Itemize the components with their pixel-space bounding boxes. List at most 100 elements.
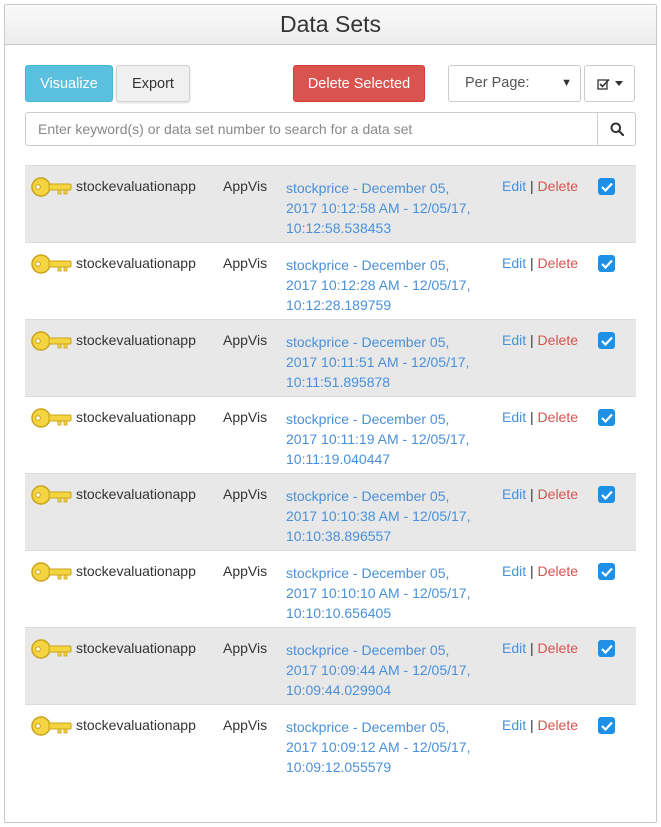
delete-link[interactable]: Delete [538,255,578,271]
app-name: stockevaluationapp [76,563,196,579]
separator: | [530,640,534,656]
row-actions: Edit | Delete [502,178,578,194]
data-sets-panel: Data Sets Visualize Export Delete Select… [4,4,657,823]
delete-link[interactable]: Delete [538,409,578,425]
checkmark-icon [600,721,613,731]
table-row: stockevaluationapp AppVis stockprice - D… [25,242,636,319]
dropdown-caret-icon: ▼ [561,77,572,89]
key-icon [31,408,72,428]
key-icon [31,331,72,351]
delete-link[interactable]: Delete [538,640,578,656]
app-name: stockevaluationapp [76,332,196,348]
row-checkbox[interactable] [598,563,615,580]
dataset-link[interactable]: stockprice - December 05, 2017 10:11:51 … [286,332,486,392]
table-row: stockevaluationapp AppVis stockprice - D… [25,550,636,627]
key-icon [31,177,72,197]
row-checkbox[interactable] [598,409,615,426]
table-row: stockevaluationapp AppVis stockprice - D… [25,319,636,396]
visualize-button[interactable]: Visualize [25,65,113,102]
app-name: stockevaluationapp [76,409,196,425]
row-checkbox[interactable] [598,486,615,503]
app-name: stockevaluationapp [76,178,196,194]
row-checkbox[interactable] [598,255,615,272]
table-row: stockevaluationapp AppVis stockprice - D… [25,704,636,781]
separator: | [530,255,534,271]
app-name: stockevaluationapp [76,255,196,271]
row-actions: Edit | Delete [502,717,578,733]
separator: | [530,332,534,348]
edit-link[interactable]: Edit [502,717,526,733]
dataset-link[interactable]: stockprice - December 05, 2017 10:09:44 … [286,640,486,700]
search-button[interactable] [597,113,635,145]
checkmark-icon [600,336,613,346]
dataset-link[interactable]: stockprice - December 05, 2017 10:09:12 … [286,717,486,777]
table-row: stockevaluationapp AppVis stockprice - D… [25,165,636,242]
source-name: AppVis [223,409,268,425]
edit-link[interactable]: Edit [502,640,526,656]
edit-link[interactable]: Edit [502,563,526,579]
key-icon [31,485,72,505]
source-name: AppVis [223,563,268,579]
separator: | [530,563,534,579]
dataset-link[interactable]: stockprice - December 05, 2017 10:10:38 … [286,486,486,546]
delete-link[interactable]: Delete [538,486,578,502]
checkmark-icon [600,413,613,423]
key-icon [31,254,72,274]
row-checkbox[interactable] [598,717,615,734]
app-name: stockevaluationapp [76,486,196,502]
separator: | [530,717,534,733]
separator: | [530,409,534,425]
key-icon [31,716,72,736]
key-icon [31,639,72,659]
separator: | [530,486,534,502]
source-name: AppVis [223,332,268,348]
row-actions: Edit | Delete [502,640,578,656]
delete-link[interactable]: Delete [538,332,578,348]
per-page-select[interactable]: Per Page: ▼ [448,65,581,102]
source-name: AppVis [223,640,268,656]
edit-link[interactable]: Edit [502,409,526,425]
delete-link[interactable]: Delete [538,717,578,733]
dataset-link[interactable]: stockprice - December 05, 2017 10:10:10 … [286,563,486,623]
toolbar: Visualize Export Delete Selected Per Pag… [25,65,635,103]
search-icon [610,122,624,136]
row-checkbox[interactable] [598,178,615,195]
delete-selected-button[interactable]: Delete Selected [293,65,425,102]
checkmark-icon [600,490,613,500]
data-set-list: stockevaluationapp AppVis stockprice - D… [25,165,636,781]
row-actions: Edit | Delete [502,255,578,271]
app-name: stockevaluationapp [76,640,196,656]
row-actions: Edit | Delete [502,332,578,348]
search-bar [25,112,636,146]
source-name: AppVis [223,178,268,194]
checkmark-icon [600,182,613,192]
delete-link[interactable]: Delete [538,563,578,579]
checkmark-icon [600,259,613,269]
chevron-down-icon [614,81,623,86]
dataset-link[interactable]: stockprice - December 05, 2017 10:12:58 … [286,178,486,238]
checkmark-icon [600,644,613,654]
edit-link[interactable]: Edit [502,332,526,348]
row-actions: Edit | Delete [502,486,578,502]
edit-link[interactable]: Edit [502,178,526,194]
row-checkbox[interactable] [598,640,615,657]
row-checkbox[interactable] [598,332,615,349]
key-icon [31,562,72,582]
column-toggle-button[interactable] [584,65,635,102]
row-actions: Edit | Delete [502,409,578,425]
source-name: AppVis [223,486,268,502]
page-title: Data Sets [5,5,656,45]
checkbox-list-icon [596,78,610,90]
search-input[interactable] [26,113,597,145]
dataset-link[interactable]: stockprice - December 05, 2017 10:11:19 … [286,409,486,469]
edit-link[interactable]: Edit [502,255,526,271]
table-row: stockevaluationapp AppVis stockprice - D… [25,473,636,550]
export-button[interactable]: Export [116,65,190,102]
table-row: stockevaluationapp AppVis stockprice - D… [25,627,636,704]
source-name: AppVis [223,717,268,733]
app-name: stockevaluationapp [76,717,196,733]
separator: | [530,178,534,194]
edit-link[interactable]: Edit [502,486,526,502]
dataset-link[interactable]: stockprice - December 05, 2017 10:12:28 … [286,255,486,315]
delete-link[interactable]: Delete [538,178,578,194]
